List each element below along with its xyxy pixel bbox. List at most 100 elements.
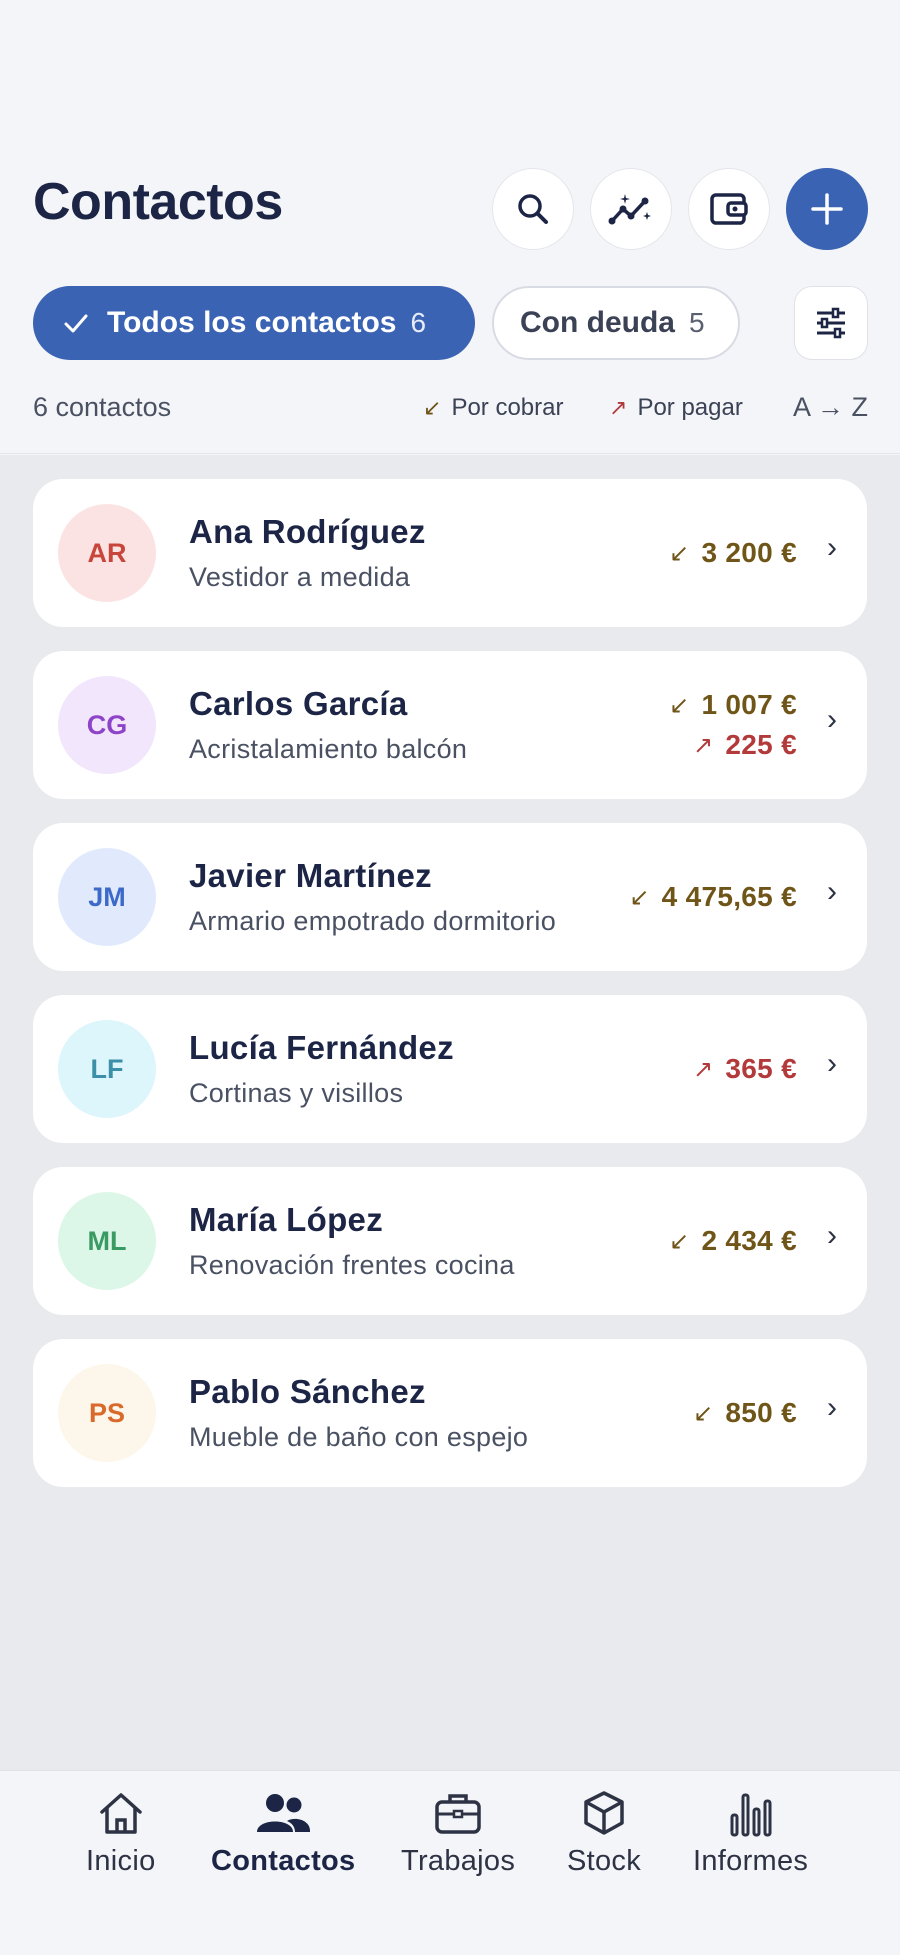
- arrow-down-left-icon: ↙: [693, 1399, 714, 1427]
- receivable-amount: ↙ 3 200 €: [669, 537, 797, 569]
- receivable-amount: ↙ 2 434 €: [669, 1225, 797, 1257]
- plus-icon: [811, 193, 843, 225]
- receivable-value: 4 475,65 €: [661, 881, 797, 912]
- nav-label-jobs: Trabajos: [401, 1845, 516, 1877]
- contact-subtitle: Acristalamiento balcón: [189, 734, 468, 764]
- amounts: ↗ 365 €: [693, 995, 797, 1143]
- contact-name: Javier Martínez: [189, 857, 432, 894]
- receivable-value: 1 007 €: [701, 689, 797, 720]
- filter-chip-debt[interactable]: Con deuda 5: [492, 286, 740, 360]
- payable-value: 225 €: [725, 729, 797, 760]
- wallet-button[interactable]: [688, 168, 770, 250]
- arrow-down-left-icon: ↙: [669, 1227, 690, 1255]
- amounts: ↙ 850 €: [693, 1339, 797, 1487]
- contact-name: María López: [189, 1201, 384, 1238]
- payable-amount: ↗ 365 €: [693, 1053, 797, 1085]
- contact-name: Carlos García: [189, 685, 408, 722]
- sort-toggle[interactable]: A → Z: [793, 392, 868, 423]
- contact-subtitle: Armario empotrado dormitorio: [189, 906, 557, 936]
- nav-item-stock[interactable]: Stock: [567, 1785, 641, 1878]
- arrow-up-right-icon: ↗: [693, 731, 714, 759]
- avatar: AR: [58, 504, 156, 602]
- nav-item-home[interactable]: Inicio: [86, 1785, 156, 1878]
- nav-label-stock: Stock: [567, 1845, 642, 1877]
- wallet-icon: [710, 193, 748, 225]
- legend-payable: ↗ Por pagar: [609, 394, 743, 422]
- receivable-value: 850 €: [725, 1397, 797, 1428]
- arrow-up-right-icon: ↗: [693, 1055, 714, 1083]
- bar-chart-icon: [730, 1793, 772, 1837]
- nav-label-contacts: Contactos: [211, 1845, 356, 1877]
- chip-count: 5: [689, 307, 705, 338]
- arrow-down-left-icon: ↙: [629, 883, 650, 911]
- contact-subtitle: Mueble de baño con espejo: [189, 1422, 529, 1452]
- payable-amount: ↗ 225 €: [693, 729, 797, 761]
- bottom-nav: Inicio Contactos Trabajos Stock Informes: [0, 1770, 900, 1955]
- amounts: ↙ 3 200 €: [669, 479, 797, 627]
- people-icon: [257, 1794, 311, 1832]
- chevron-right-icon: ›: [827, 703, 837, 736]
- amounts: ↙ 4 475,65 €: [629, 823, 797, 971]
- filter-settings-button[interactable]: [794, 286, 868, 360]
- amounts: ↙ 1 007 € ↗ 225 €: [669, 651, 797, 799]
- legend-payable-label: Por pagar: [637, 394, 743, 421]
- nav-label-home: Inicio: [86, 1845, 156, 1877]
- arrow-down-left-icon: ↙: [423, 395, 442, 420]
- nav-item-jobs[interactable]: Trabajos: [401, 1785, 515, 1878]
- chevron-right-icon: ›: [827, 1219, 837, 1252]
- contact-name: Pablo Sánchez: [189, 1373, 426, 1410]
- receivable-amount: ↙ 850 €: [693, 1397, 797, 1429]
- contact-card[interactable]: LF Lucía Fernández Cortinas y visillos ↗…: [33, 995, 867, 1143]
- contact-name: Ana Rodríguez: [189, 513, 426, 550]
- chevron-right-icon: ›: [827, 875, 837, 908]
- avatar: PS: [58, 1364, 156, 1462]
- amounts: ↙ 2 434 €: [669, 1167, 797, 1315]
- contacts-list: AR Ana Rodríguez Vestidor a medida ↙ 3 20…: [0, 455, 900, 1770]
- home-icon: [100, 1793, 142, 1834]
- avatar: ML: [58, 1192, 156, 1290]
- receivable-value: 2 434 €: [701, 1225, 797, 1256]
- contacts-count: 6 contactos: [33, 392, 172, 422]
- nav-label-reports: Informes: [693, 1845, 809, 1877]
- page-title: Contactos: [33, 173, 283, 231]
- chip-label: Con deuda: [520, 306, 675, 339]
- contact-card[interactable]: ML María López Renovación frentes cocina…: [33, 1167, 867, 1315]
- chip-count: 6: [410, 307, 427, 338]
- nav-item-contacts[interactable]: Contactos: [211, 1785, 356, 1878]
- insights-button[interactable]: [590, 168, 672, 250]
- summary-row: 6 contactos ↙ Por cobrar ↗ Por pagar A →…: [33, 392, 868, 432]
- receivable-amount: ↙ 1 007 €: [669, 689, 797, 721]
- arrow-down-left-icon: ↙: [669, 691, 690, 719]
- chevron-right-icon: ›: [827, 1391, 837, 1424]
- nav-item-reports[interactable]: Informes: [693, 1785, 808, 1878]
- box-icon: [584, 1791, 624, 1835]
- legend-receivable-label: Por cobrar: [451, 394, 564, 421]
- add-contact-button[interactable]: [786, 168, 868, 250]
- contact-card[interactable]: CG Carlos García Acristalamiento balcón …: [33, 651, 867, 799]
- contact-name: Lucía Fernández: [189, 1029, 454, 1066]
- filter-chip-all[interactable]: Todos los contactos 6: [33, 286, 475, 360]
- arrow-up-right-icon: ↗: [609, 395, 628, 420]
- contact-card[interactable]: JM Javier Martínez Armario empotrado dor…: [33, 823, 867, 971]
- contact-subtitle: Renovación frentes cocina: [189, 1250, 515, 1280]
- avatar: LF: [58, 1020, 156, 1118]
- check-icon: [64, 314, 88, 333]
- search-icon: [518, 194, 548, 224]
- legend-receivable: ↙ Por cobrar: [423, 394, 563, 422]
- header: Contactos Todos los contactos 6 Con deud…: [0, 0, 900, 454]
- avatar: CG: [58, 676, 156, 774]
- contact-subtitle: Vestidor a medida: [189, 562, 411, 592]
- sliders-icon: [817, 307, 845, 339]
- avatar: JM: [58, 848, 156, 946]
- contact-card[interactable]: AR Ana Rodríguez Vestidor a medida ↙ 3 20…: [33, 479, 867, 627]
- contact-subtitle: Cortinas y visillos: [189, 1078, 404, 1108]
- payable-value: 365 €: [725, 1053, 797, 1084]
- trend-sparkle-icon: [608, 194, 651, 225]
- receivable-amount: ↙ 4 475,65 €: [629, 881, 797, 913]
- contact-card[interactable]: PS Pablo Sánchez Mueble de baño con espe…: [33, 1339, 867, 1487]
- search-button[interactable]: [492, 168, 574, 250]
- briefcase-icon: [435, 1794, 481, 1834]
- chevron-right-icon: ›: [827, 531, 837, 564]
- arrow-down-left-icon: ↙: [669, 539, 690, 567]
- chip-label: Todos los contactos: [107, 306, 397, 339]
